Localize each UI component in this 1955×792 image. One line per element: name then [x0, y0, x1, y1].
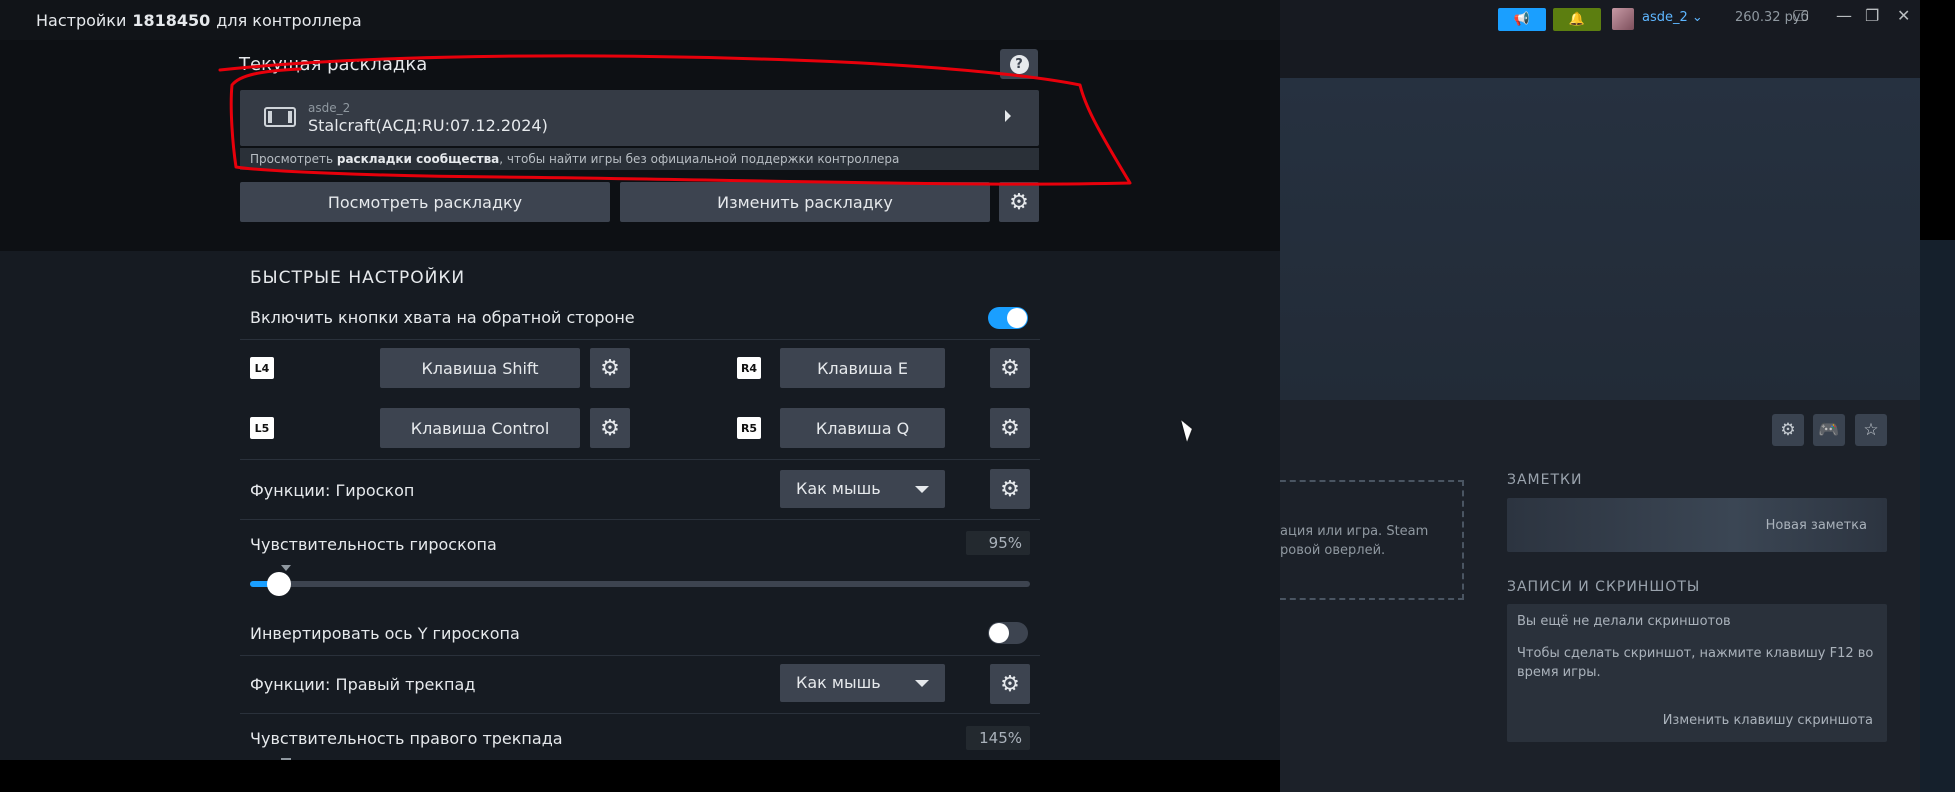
gamepad-icon: 🎮: [1818, 420, 1840, 440]
account-menu[interactable]: asde_2 ⌄: [1642, 10, 1703, 25]
caret-down-icon: [915, 680, 929, 687]
invert-gyro-label: Инвертировать ось Y гироскопа: [250, 624, 520, 643]
chevron-right-icon: [1005, 110, 1011, 122]
dialog-footer: [0, 760, 1280, 792]
community-note-prefix: Просмотреть: [250, 152, 334, 166]
username-label: asde_2: [1642, 10, 1688, 25]
quick-settings-section: [0, 251, 1280, 760]
l4-settings-button[interactable]: ⚙: [590, 348, 630, 388]
announcements-button[interactable]: 📢: [1498, 8, 1546, 31]
current-layout-card[interactable]: asde_2 Stalcraft(АСД:RU:07.12.2024): [240, 90, 1039, 146]
game-settings-button[interactable]: ⚙: [1772, 414, 1804, 446]
current-layout-heading: Текущая раскладка: [239, 54, 428, 75]
l5-binding-button[interactable]: Клавиша Control: [380, 408, 580, 448]
slider-default-marker: [281, 565, 291, 571]
r4-binding-button[interactable]: Клавиша E: [780, 348, 945, 388]
gyro-settings-button[interactable]: ⚙: [990, 469, 1030, 509]
slider-default-marker: [281, 758, 291, 760]
notifications-button[interactable]: 🔔: [1553, 8, 1601, 31]
right-trackpad-sensitivity-label: Чувствительность правого трекпада: [250, 729, 563, 748]
r4-settings-button[interactable]: ⚙: [990, 348, 1030, 388]
screenshots-empty-text: Вы ещё не делали скриншотов: [1517, 614, 1731, 629]
r4-badge: R4: [737, 357, 761, 379]
help-icon: ?: [1009, 54, 1029, 74]
maximize-icon[interactable]: ❐: [1865, 6, 1879, 25]
notes-heading: ЗАМЕТКИ: [1507, 472, 1583, 488]
controller-settings-button[interactable]: 🎮: [1813, 414, 1845, 446]
right-trackpad-settings-button[interactable]: ⚙: [990, 664, 1030, 704]
star-icon: ☆: [1863, 420, 1879, 440]
gear-icon: ⚙: [1000, 355, 1020, 381]
title-suffix: для контроллера: [216, 10, 362, 30]
l5-badge: L5: [250, 417, 274, 439]
gyro-sensitivity-label: Чувствительность гироскопа: [250, 535, 497, 554]
divider: [240, 519, 1040, 520]
close-icon[interactable]: ✕: [1897, 6, 1910, 25]
megaphone-icon: 📢: [1513, 12, 1531, 27]
layout-author: asde_2: [308, 101, 351, 115]
gear-icon: ⚙: [600, 355, 620, 381]
gyro-function-dropdown[interactable]: Как мышь: [780, 470, 945, 508]
l4-binding-button[interactable]: Клавиша Shift: [380, 348, 580, 388]
favorite-button[interactable]: ☆: [1855, 414, 1887, 446]
notes-panel[interactable]: Новая заметка: [1507, 498, 1887, 552]
change-screenshot-key-link[interactable]: Изменить клавишу скриншота: [1663, 713, 1873, 728]
dialog-title: Настройки 1818450 для контроллера: [0, 0, 1280, 40]
avatar[interactable]: [1612, 8, 1634, 30]
screen-edge-lower: [1920, 240, 1955, 792]
grip-buttons-label: Включить кнопки хвата на обратной сторон…: [250, 308, 635, 327]
app-id: 1818450: [132, 10, 211, 30]
r5-binding-button[interactable]: Клавиша Q: [780, 408, 945, 448]
help-button[interactable]: ?: [1000, 49, 1038, 79]
divider: [240, 655, 1040, 656]
gear-icon: ⚙: [1000, 415, 1020, 441]
grip-buttons-toggle[interactable]: [988, 307, 1028, 329]
layout-name: Stalcraft(АСД:RU:07.12.2024): [308, 116, 548, 135]
right-trackpad-label: Функции: Правый трекпад: [250, 675, 476, 694]
gyro-function-label: Функции: Гироскоп: [250, 481, 415, 500]
title-prefix: Настройки: [36, 10, 127, 30]
gear-icon: ⚙: [1000, 476, 1020, 502]
invert-gyro-toggle[interactable]: [988, 622, 1028, 644]
right-trackpad-dropdown[interactable]: Как мышь: [780, 664, 945, 702]
screenshots-hint-text: Чтобы сделать скриншот, нажмите клавишу …: [1517, 646, 1874, 680]
controller-settings-dialog: Настройки 1818450 для контроллера Текуща…: [0, 0, 1280, 792]
community-layouts-link[interactable]: раскладки сообщества: [337, 152, 499, 166]
divider: [240, 339, 1040, 340]
gear-icon: ⚙: [1009, 189, 1029, 215]
toggle-knob: [989, 623, 1009, 643]
r5-settings-button[interactable]: ⚙: [990, 408, 1030, 448]
quick-settings-heading: БЫСТРЫЕ НАСТРОЙКИ: [250, 268, 466, 288]
divider: [240, 713, 1040, 714]
l5-settings-button[interactable]: ⚙: [590, 408, 630, 448]
right-trackpad-sensitivity-value[interactable]: 145%: [966, 726, 1030, 750]
monitor-icon[interactable]: 🖵: [1793, 6, 1808, 26]
gear-icon: ⚙: [1000, 671, 1020, 697]
controller-icon: [264, 107, 296, 127]
bell-icon: 🔔: [1568, 12, 1586, 27]
gyro-function-value: Как мышь: [796, 479, 881, 498]
community-note-suffix: , чтобы найти игры без официальной подде…: [499, 152, 900, 166]
gear-icon: ⚙: [1780, 420, 1796, 440]
layout-settings-button[interactable]: ⚙: [999, 182, 1039, 222]
l4-badge: L4: [250, 357, 274, 379]
gyro-sensitivity-value[interactable]: 95%: [966, 531, 1030, 555]
view-layout-button[interactable]: Посмотреть раскладку: [240, 182, 610, 222]
screenshots-panel: Вы ещё не делали скриншотов Чтобы сделат…: [1507, 604, 1887, 742]
slider-thumb[interactable]: [266, 572, 291, 596]
edit-layout-button[interactable]: Изменить раскладку: [620, 182, 990, 222]
caret-down-icon: [915, 486, 929, 493]
r5-badge: R5: [737, 417, 761, 439]
toggle-knob: [1007, 308, 1027, 328]
new-note-link[interactable]: Новая заметка: [1766, 518, 1867, 533]
screenshots-heading: ЗАПИСИ И СКРИНШОТЫ: [1507, 579, 1701, 595]
community-layouts-note: Просмотреть раскладки сообщества, чтобы …: [240, 148, 1039, 170]
divider: [240, 459, 1040, 460]
minimize-icon[interactable]: —: [1836, 6, 1852, 25]
overlay-hint-text: ация или игра. Steam ровой оверлей.: [1280, 524, 1429, 558]
gyro-sensitivity-slider[interactable]: [250, 572, 1030, 596]
gear-icon: ⚙: [600, 415, 620, 441]
right-trackpad-value: Как мышь: [796, 673, 881, 692]
